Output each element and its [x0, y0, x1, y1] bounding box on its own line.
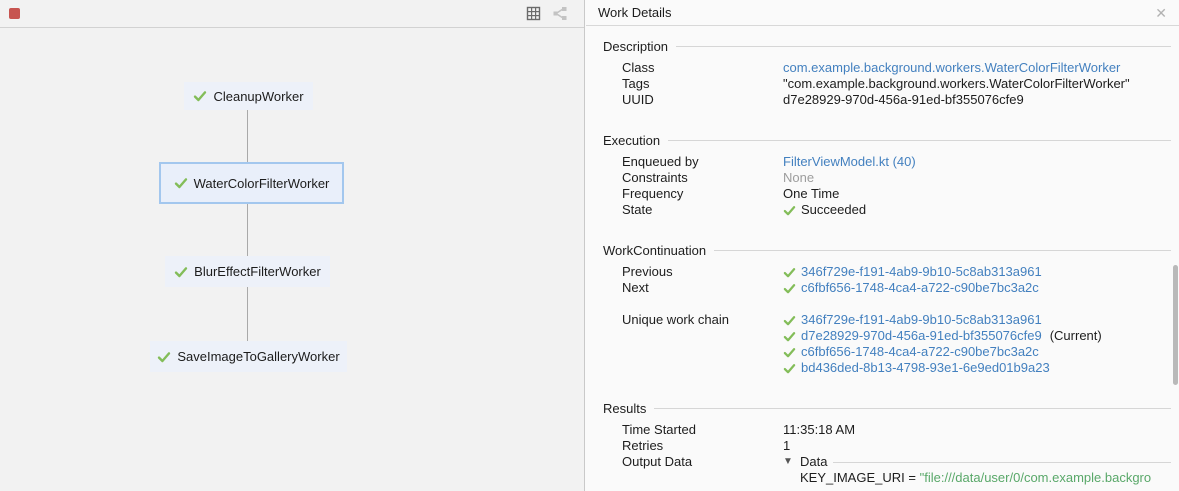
row-state: State Succeeded — [603, 202, 1171, 218]
row-label: State — [622, 202, 783, 218]
retries-value: 1 — [783, 438, 1171, 454]
section-title: WorkContinuation — [603, 243, 706, 258]
section-description: Description Class com.example.background… — [603, 38, 1171, 108]
section-rule — [714, 250, 1171, 251]
success-check-icon — [783, 314, 796, 327]
success-check-icon — [783, 204, 796, 217]
uuid-value: d7e28929-970d-456a-91ed-bf355076cfe9 — [783, 92, 1171, 108]
state-value: Succeeded — [801, 202, 866, 218]
success-check-icon — [174, 265, 188, 279]
graph-toolbar — [0, 0, 584, 28]
chain-item: bd436ded-8b13-4798-93e1-6e9ed01b9a23 — [783, 360, 1171, 376]
success-check-icon — [783, 266, 796, 279]
output-data-entry: KEY_IMAGE_URI = "file:///data/user/0/com… — [783, 470, 1171, 486]
worker-node-label: BlurEffectFilterWorker — [194, 264, 321, 279]
enqueued-by-link[interactable]: FilterViewModel.kt (40) — [783, 154, 916, 169]
chain-work-link[interactable]: 346f729e-f191-4ab9-9b10-5c8ab313a961 — [801, 312, 1042, 328]
success-check-icon — [157, 350, 171, 364]
time-started-value: 11:35:18 AM — [783, 422, 1171, 438]
background-task-inspector: CleanupWorker WaterColorFilterWorker Blu… — [0, 0, 1179, 491]
work-graph: CleanupWorker WaterColorFilterWorker Blu… — [0, 28, 584, 490]
section-results: Results Time Started 11:35:18 AM Retries… — [603, 400, 1171, 486]
worker-node-label: WaterColorFilterWorker — [194, 176, 330, 191]
chain-work-link[interactable]: bd436ded-8b13-4798-93e1-6e9ed01b9a23 — [801, 360, 1050, 376]
row-label: Previous — [622, 264, 783, 280]
row-label: Unique work chain — [622, 312, 783, 328]
row-next: Next c6fbf656-1748-4ca4-a722-c90be7bc3a2… — [603, 280, 1171, 296]
section-title: Results — [603, 401, 646, 416]
row-label: Tags — [622, 76, 783, 92]
row-spacer — [603, 296, 1171, 312]
row-label: Output Data — [622, 454, 783, 470]
work-details-panel: Work Details ✕ Description Class com.exa… — [586, 0, 1179, 491]
previous-work-link[interactable]: 346f729e-f191-4ab9-9b10-5c8ab313a961 — [801, 264, 1042, 280]
row-label: UUID — [622, 92, 783, 108]
worker-node-label: CleanupWorker — [213, 89, 303, 104]
output-value: "file:///data/user/0/com.example.backgro — [920, 470, 1152, 485]
panel-title: Work Details — [598, 5, 1155, 20]
data-group-label: Data — [800, 454, 827, 470]
worker-node-label: SaveImageToGalleryWorker — [177, 349, 339, 364]
graph-view-icon[interactable] — [552, 6, 568, 22]
row-unique-work-chain: Unique work chain 346f729e-f191-4ab9-9b1… — [603, 312, 1171, 376]
row-retries: Retries 1 — [603, 438, 1171, 454]
section-rule — [668, 140, 1171, 141]
row-label: Class — [622, 60, 783, 76]
graph-panel: CleanupWorker WaterColorFilterWorker Blu… — [0, 0, 585, 491]
row-tags: Tags "com.example.background.workers.Wat… — [603, 76, 1171, 92]
next-work-link[interactable]: c6fbf656-1748-4ca4-a722-c90be7bc3a2c — [801, 280, 1039, 296]
constraints-value: None — [783, 170, 1171, 186]
chain-work-link[interactable]: d7e28929-970d-456a-91ed-bf355076cfe9 — [801, 328, 1042, 344]
close-icon[interactable]: ✕ — [1155, 6, 1167, 20]
equals-sign: = — [908, 470, 916, 485]
row-previous: Previous 346f729e-f191-4ab9-9b10-5c8ab31… — [603, 264, 1171, 280]
chain-work-link[interactable]: c6fbf656-1748-4ca4-a722-c90be7bc3a2c — [801, 344, 1039, 360]
success-check-icon — [783, 362, 796, 375]
row-label: Constraints — [622, 170, 783, 186]
row-time-started: Time Started 11:35:18 AM — [603, 422, 1171, 438]
row-label: Time Started — [622, 422, 783, 438]
chain-item: 346f729e-f191-4ab9-9b10-5c8ab313a961 — [783, 312, 1171, 328]
success-check-icon — [193, 89, 207, 103]
table-view-icon[interactable] — [525, 6, 541, 22]
row-constraints: Constraints None — [603, 170, 1171, 186]
section-rule — [676, 46, 1171, 47]
section-execution: Execution Enqueued by FilterViewModel.kt… — [603, 132, 1171, 218]
work-details-header: Work Details ✕ — [586, 0, 1179, 26]
output-key: KEY_IMAGE_URI — [800, 470, 905, 485]
current-badge: (Current) — [1050, 328, 1102, 344]
vertical-scrollbar-thumb[interactable] — [1173, 265, 1178, 385]
graph-connector-line — [247, 110, 248, 341]
worker-node-saveimagetogalleryworker[interactable]: SaveImageToGalleryWorker — [150, 341, 347, 372]
worker-node-blureffectfilterworker[interactable]: BlurEffectFilterWorker — [165, 256, 330, 287]
row-label: Enqueued by — [622, 154, 783, 170]
success-check-icon — [174, 176, 188, 190]
row-label: Retries — [622, 438, 783, 454]
section-rule — [654, 408, 1171, 409]
chain-item: c6fbf656-1748-4ca4-a722-c90be7bc3a2c — [783, 344, 1171, 360]
section-title: Execution — [603, 133, 660, 148]
work-details-body: Description Class com.example.background… — [586, 26, 1179, 486]
row-frequency: Frequency One Time — [603, 186, 1171, 202]
section-title: Description — [603, 39, 668, 54]
row-enqueued-by: Enqueued by FilterViewModel.kt (40) — [603, 154, 1171, 170]
tags-value: "com.example.background.workers.WaterCol… — [783, 76, 1171, 92]
collapse-triangle-icon[interactable]: ▼ — [783, 454, 794, 470]
stop-inspection-button[interactable] — [9, 8, 20, 19]
row-uuid: UUID d7e28929-970d-456a-91ed-bf355076cfe… — [603, 92, 1171, 108]
row-label: Next — [622, 280, 783, 296]
worker-node-cleanupworker[interactable]: CleanupWorker — [184, 82, 313, 110]
frequency-value: One Time — [783, 186, 1171, 202]
data-rule — [833, 462, 1171, 463]
section-workcontinuation: WorkContinuation Previous 346f729e-f191-… — [603, 242, 1171, 376]
success-check-icon — [783, 282, 796, 295]
class-link[interactable]: com.example.background.workers.WaterColo… — [783, 60, 1120, 75]
row-class: Class com.example.background.workers.Wat… — [603, 60, 1171, 76]
row-label: Frequency — [622, 186, 783, 202]
chain-item-current: d7e28929-970d-456a-91ed-bf355076cfe9 (Cu… — [783, 328, 1171, 344]
row-output-data: Output Data ▼ Data KEY_IMAGE_URI = "file… — [603, 454, 1171, 486]
success-check-icon — [783, 346, 796, 359]
worker-node-watercolorfilterworker[interactable]: WaterColorFilterWorker — [159, 162, 344, 204]
success-check-icon — [783, 330, 796, 343]
